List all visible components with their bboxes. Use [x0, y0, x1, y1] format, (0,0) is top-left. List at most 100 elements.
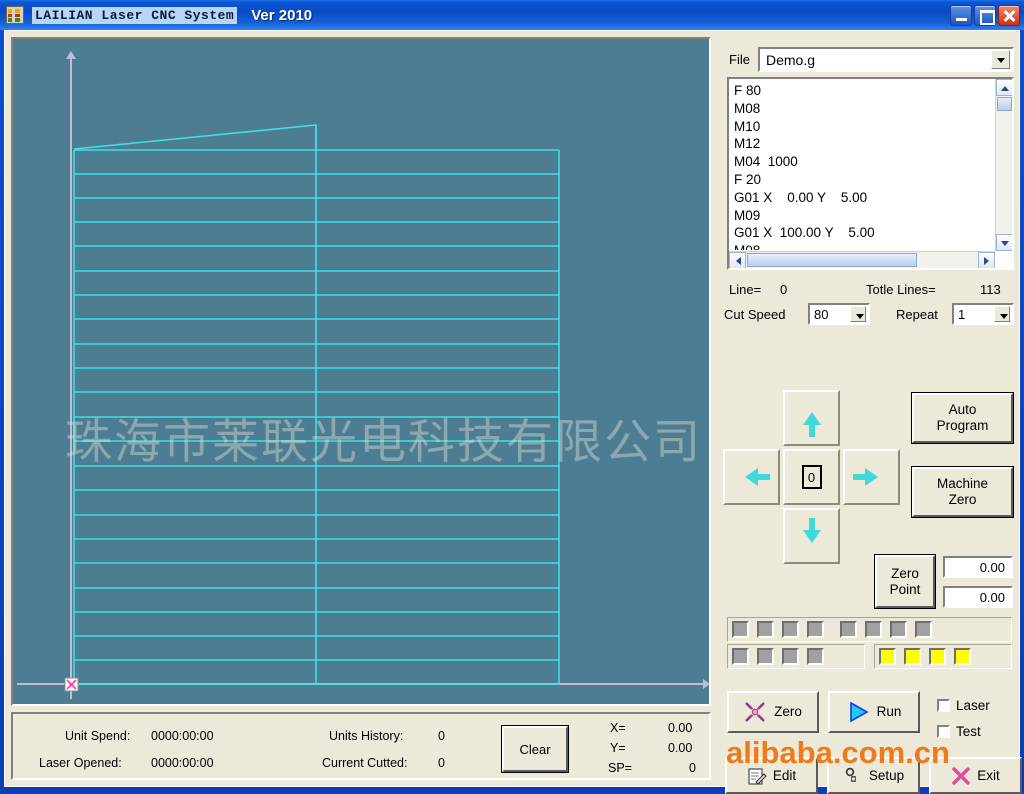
- machine-zero-label-line1: Machine: [936, 476, 989, 491]
- line-value: 0: [780, 282, 788, 297]
- zero-point-x-value: 0.00: [979, 559, 1005, 575]
- test-checkbox[interactable]: [937, 725, 950, 738]
- toolpath-drawing: [17, 51, 709, 699]
- zero-crosshair-icon: [744, 701, 766, 723]
- led-indicator: [782, 648, 799, 665]
- zero-point-label-line2: Point: [889, 581, 921, 597]
- laser-checkbox[interactable]: [937, 699, 950, 712]
- jog-zero-center-button[interactable]: 0: [783, 449, 840, 505]
- led-indicator: [732, 621, 749, 638]
- led-indicator-active: [929, 648, 946, 665]
- play-triangle-icon: [847, 701, 869, 723]
- status-bar: Unit Spend: 0000:00:00 Laser Opened: 000…: [11, 712, 711, 780]
- machine-zero-label-line2: Zero: [948, 492, 977, 507]
- zero-point-y-field[interactable]: 0.00: [943, 586, 1013, 608]
- gcode-text: F 80 M08 M10 M12 M04 1000 F 20 G01 X 0.0…: [734, 83, 875, 250]
- arrow-up-icon: [802, 411, 821, 437]
- y-readout-value: 0.00: [668, 741, 693, 755]
- origin-marker: [64, 677, 79, 692]
- laser-opened-value: 0000:00:00: [151, 756, 214, 770]
- app-logo-icon: [6, 6, 24, 24]
- laser-checkbox-label: Laser: [956, 698, 990, 713]
- file-select-value: Demo.g: [766, 51, 816, 68]
- gcode-horizontal-scrollbar[interactable]: [729, 251, 995, 268]
- led-indicator-active: [904, 648, 921, 665]
- application-window: LAILIAN Laser CNC System Ver 2010 珠海市莱联光…: [0, 0, 1024, 794]
- y-readout-label: Y=: [610, 741, 626, 755]
- io-indicator-panel: [727, 617, 1012, 669]
- setup-button[interactable]: Setup: [827, 757, 920, 794]
- laser-checkbox-row[interactable]: Laser: [937, 698, 990, 713]
- led-indicator: [757, 648, 774, 665]
- toolpath-canvas[interactable]: 珠海市莱联光电科技有限公司: [11, 37, 711, 706]
- test-checkbox-label: Test: [956, 724, 981, 739]
- zero-button-label: Zero: [774, 704, 802, 719]
- led-indicator: [732, 648, 749, 665]
- file-select[interactable]: Demo.g: [758, 47, 1014, 72]
- cut-path: [73, 124, 560, 685]
- gear-icon: [843, 766, 863, 786]
- close-button[interactable]: [998, 4, 1020, 26]
- test-checkbox-row[interactable]: Test: [937, 724, 981, 739]
- vertical-scroll-thumb[interactable]: [997, 97, 1012, 111]
- zero-point-x-field[interactable]: 0.00: [943, 556, 1013, 578]
- edit-button[interactable]: Edit: [725, 757, 818, 794]
- led-indicator-active: [954, 648, 971, 665]
- jog-right-button[interactable]: [843, 449, 900, 505]
- cut-speed-value: 80: [814, 306, 829, 322]
- minimize-button[interactable]: [950, 4, 972, 26]
- exit-button[interactable]: Exit: [929, 757, 1022, 794]
- line-info-row: Line= 0 Totle Lines= 113: [715, 280, 1017, 302]
- window-title: LAILIAN Laser CNC System: [32, 6, 238, 24]
- auto-program-button[interactable]: Auto Program: [911, 392, 1014, 444]
- cut-speed-chevron-down-icon[interactable]: [850, 306, 866, 322]
- led-indicator: [807, 621, 824, 638]
- led-indicator-active: [879, 648, 896, 665]
- led-indicator: [840, 621, 857, 638]
- y-axis-arrowhead: [66, 51, 76, 59]
- cut-speed-select[interactable]: 80: [808, 303, 870, 325]
- scroll-up-button[interactable]: [996, 79, 1012, 96]
- chevron-down-icon[interactable]: [991, 50, 1010, 69]
- led-row-2-group-1: [727, 644, 865, 669]
- x-axis-arrowhead: [703, 679, 709, 689]
- cut-speed-label: Cut Speed: [724, 307, 786, 322]
- horizontal-scroll-thumb[interactable]: [747, 253, 917, 267]
- clear-button[interactable]: Clear: [501, 725, 569, 773]
- jog-up-button[interactable]: [783, 390, 840, 446]
- x-readout-label: X=: [610, 721, 626, 735]
- led-indicator: [757, 621, 774, 638]
- repeat-label: Repeat: [896, 307, 938, 322]
- sp-readout-label: SP=: [608, 761, 632, 775]
- zero-point-button[interactable]: Zero Point: [874, 554, 936, 609]
- setup-button-label: Setup: [868, 767, 905, 783]
- client-area: 珠海市莱联光电科技有限公司 Unit Spend: 0000:00:00 Las…: [4, 30, 1022, 794]
- led-row-2-group-2: [874, 644, 1012, 669]
- maximize-button[interactable]: [974, 4, 996, 26]
- run-button[interactable]: Run: [828, 691, 920, 733]
- x-readout-value: 0.00: [668, 721, 693, 735]
- scroll-left-button[interactable]: [729, 252, 746, 268]
- gcode-listing[interactable]: F 80 M08 M10 M12 M04 1000 F 20 G01 X 0.0…: [727, 77, 1014, 270]
- zero-button[interactable]: Zero: [727, 691, 819, 733]
- scroll-down-button[interactable]: [996, 234, 1012, 251]
- led-indicator: [782, 621, 799, 638]
- scroll-right-button[interactable]: [978, 252, 995, 268]
- line-label: Line=: [729, 282, 762, 297]
- speed-row: Cut Speed 80 Repeat 1: [715, 303, 1017, 329]
- arrow-down-icon: [802, 517, 821, 543]
- jog-down-button[interactable]: [783, 508, 840, 564]
- led-indicator: [807, 648, 824, 665]
- repeat-select[interactable]: 1: [952, 303, 1014, 325]
- arrow-right-icon: [853, 468, 878, 486]
- repeat-chevron-down-icon[interactable]: [994, 306, 1010, 322]
- gcode-vertical-scrollbar[interactable]: [995, 79, 1012, 251]
- total-lines-label: Totle Lines=: [866, 282, 936, 297]
- jog-left-button[interactable]: [723, 449, 780, 505]
- zero-point-label-line1: Zero: [891, 565, 919, 581]
- machine-zero-button[interactable]: Machine Zero: [911, 466, 1014, 518]
- jog-center-label: 0: [801, 465, 822, 489]
- auto-program-label-line1: Auto: [948, 402, 977, 417]
- led-indicator: [915, 621, 932, 638]
- control-panel: File Demo.g F 80 M08 M10 M12 M04 1000 F …: [715, 35, 1022, 794]
